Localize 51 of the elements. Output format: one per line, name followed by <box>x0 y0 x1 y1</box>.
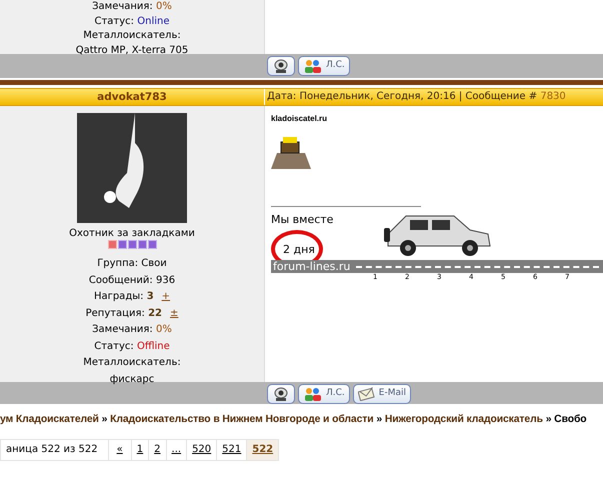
people-icon <box>303 386 323 402</box>
profile-line: Металлоискатель: <box>82 29 182 43</box>
breadcrumb-link[interactable]: ум Кладоискателей <box>0 414 99 425</box>
profile-value: 0% <box>156 1 172 12</box>
action-button[interactable]: Л.С. <box>298 384 350 404</box>
profile-action-link[interactable]: ± <box>170 308 178 318</box>
profile-value: Offline <box>136 340 170 352</box>
webcam-button[interactable] <box>267 384 295 404</box>
together-label: Мы вместе <box>271 212 334 228</box>
profile-value: 22 <box>148 308 162 318</box>
envelope-icon <box>358 387 376 401</box>
profile-value: Online <box>137 16 170 26</box>
page-link[interactable]: 520 <box>186 440 216 460</box>
rank-title: Охотник за закладками <box>68 228 196 240</box>
profile-label: Репутация: <box>86 308 145 318</box>
page-link[interactable]: 1 <box>130 440 148 460</box>
page-count-label: аница 522 из 522 <box>5 442 99 457</box>
profile-label: Замечания: <box>92 324 153 335</box>
profile-value: 0% <box>156 324 172 335</box>
profile-action-link[interactable]: + <box>162 291 170 302</box>
page-link[interactable]: ... <box>166 440 186 460</box>
profile-line: Qattro MP, X-terra 705 <box>74 44 190 58</box>
webcam-button[interactable] <box>267 56 295 76</box>
profile-line: Группа: Свои <box>96 257 168 271</box>
profile-line: Сообщений: 936 <box>88 274 176 288</box>
profile-label: Статус: <box>94 340 134 352</box>
page-link[interactable]: 2 <box>148 440 166 460</box>
post-date: Дата: Понедельник, Сегодня, 20:16 | Сообщение # <box>267 91 538 102</box>
breadcrumb-link[interactable]: Нижегородский кладоискатель <box>384 414 543 425</box>
action-button[interactable]: E-Mail <box>352 384 411 404</box>
profile-value: 3 <box>146 291 154 302</box>
action-button[interactable]: Л.С. <box>298 56 350 76</box>
site-logo-text: kladoiscatel.ru <box>271 113 328 125</box>
breadcrumb-current: Свобо <box>554 414 587 425</box>
profile-label: Награды: <box>94 291 144 302</box>
profile-label: Замечания: <box>92 1 153 12</box>
author-name[interactable]: advokat783 <box>0 89 265 105</box>
profile-line: Металлоискатель: <box>82 356 182 370</box>
page-link[interactable]: 522 <box>246 440 278 460</box>
webcam-icon <box>272 58 290 74</box>
treasure-chest-icon <box>271 135 311 169</box>
road-label: forum-lines.ru <box>273 260 350 273</box>
webcam-icon <box>272 386 290 402</box>
profile-line: фискарс <box>108 372 156 386</box>
profile-label: Статус: <box>94 16 134 26</box>
people-icon <box>303 58 323 74</box>
page-link[interactable]: « <box>108 440 131 460</box>
breadcrumb-separator: » <box>376 414 382 425</box>
breadcrumb-separator: » <box>546 414 552 425</box>
breadcrumb-link[interactable]: Кладоискательство в Нижнем Новгороде и области <box>110 414 374 425</box>
breadcrumb-separator: » <box>102 414 108 425</box>
